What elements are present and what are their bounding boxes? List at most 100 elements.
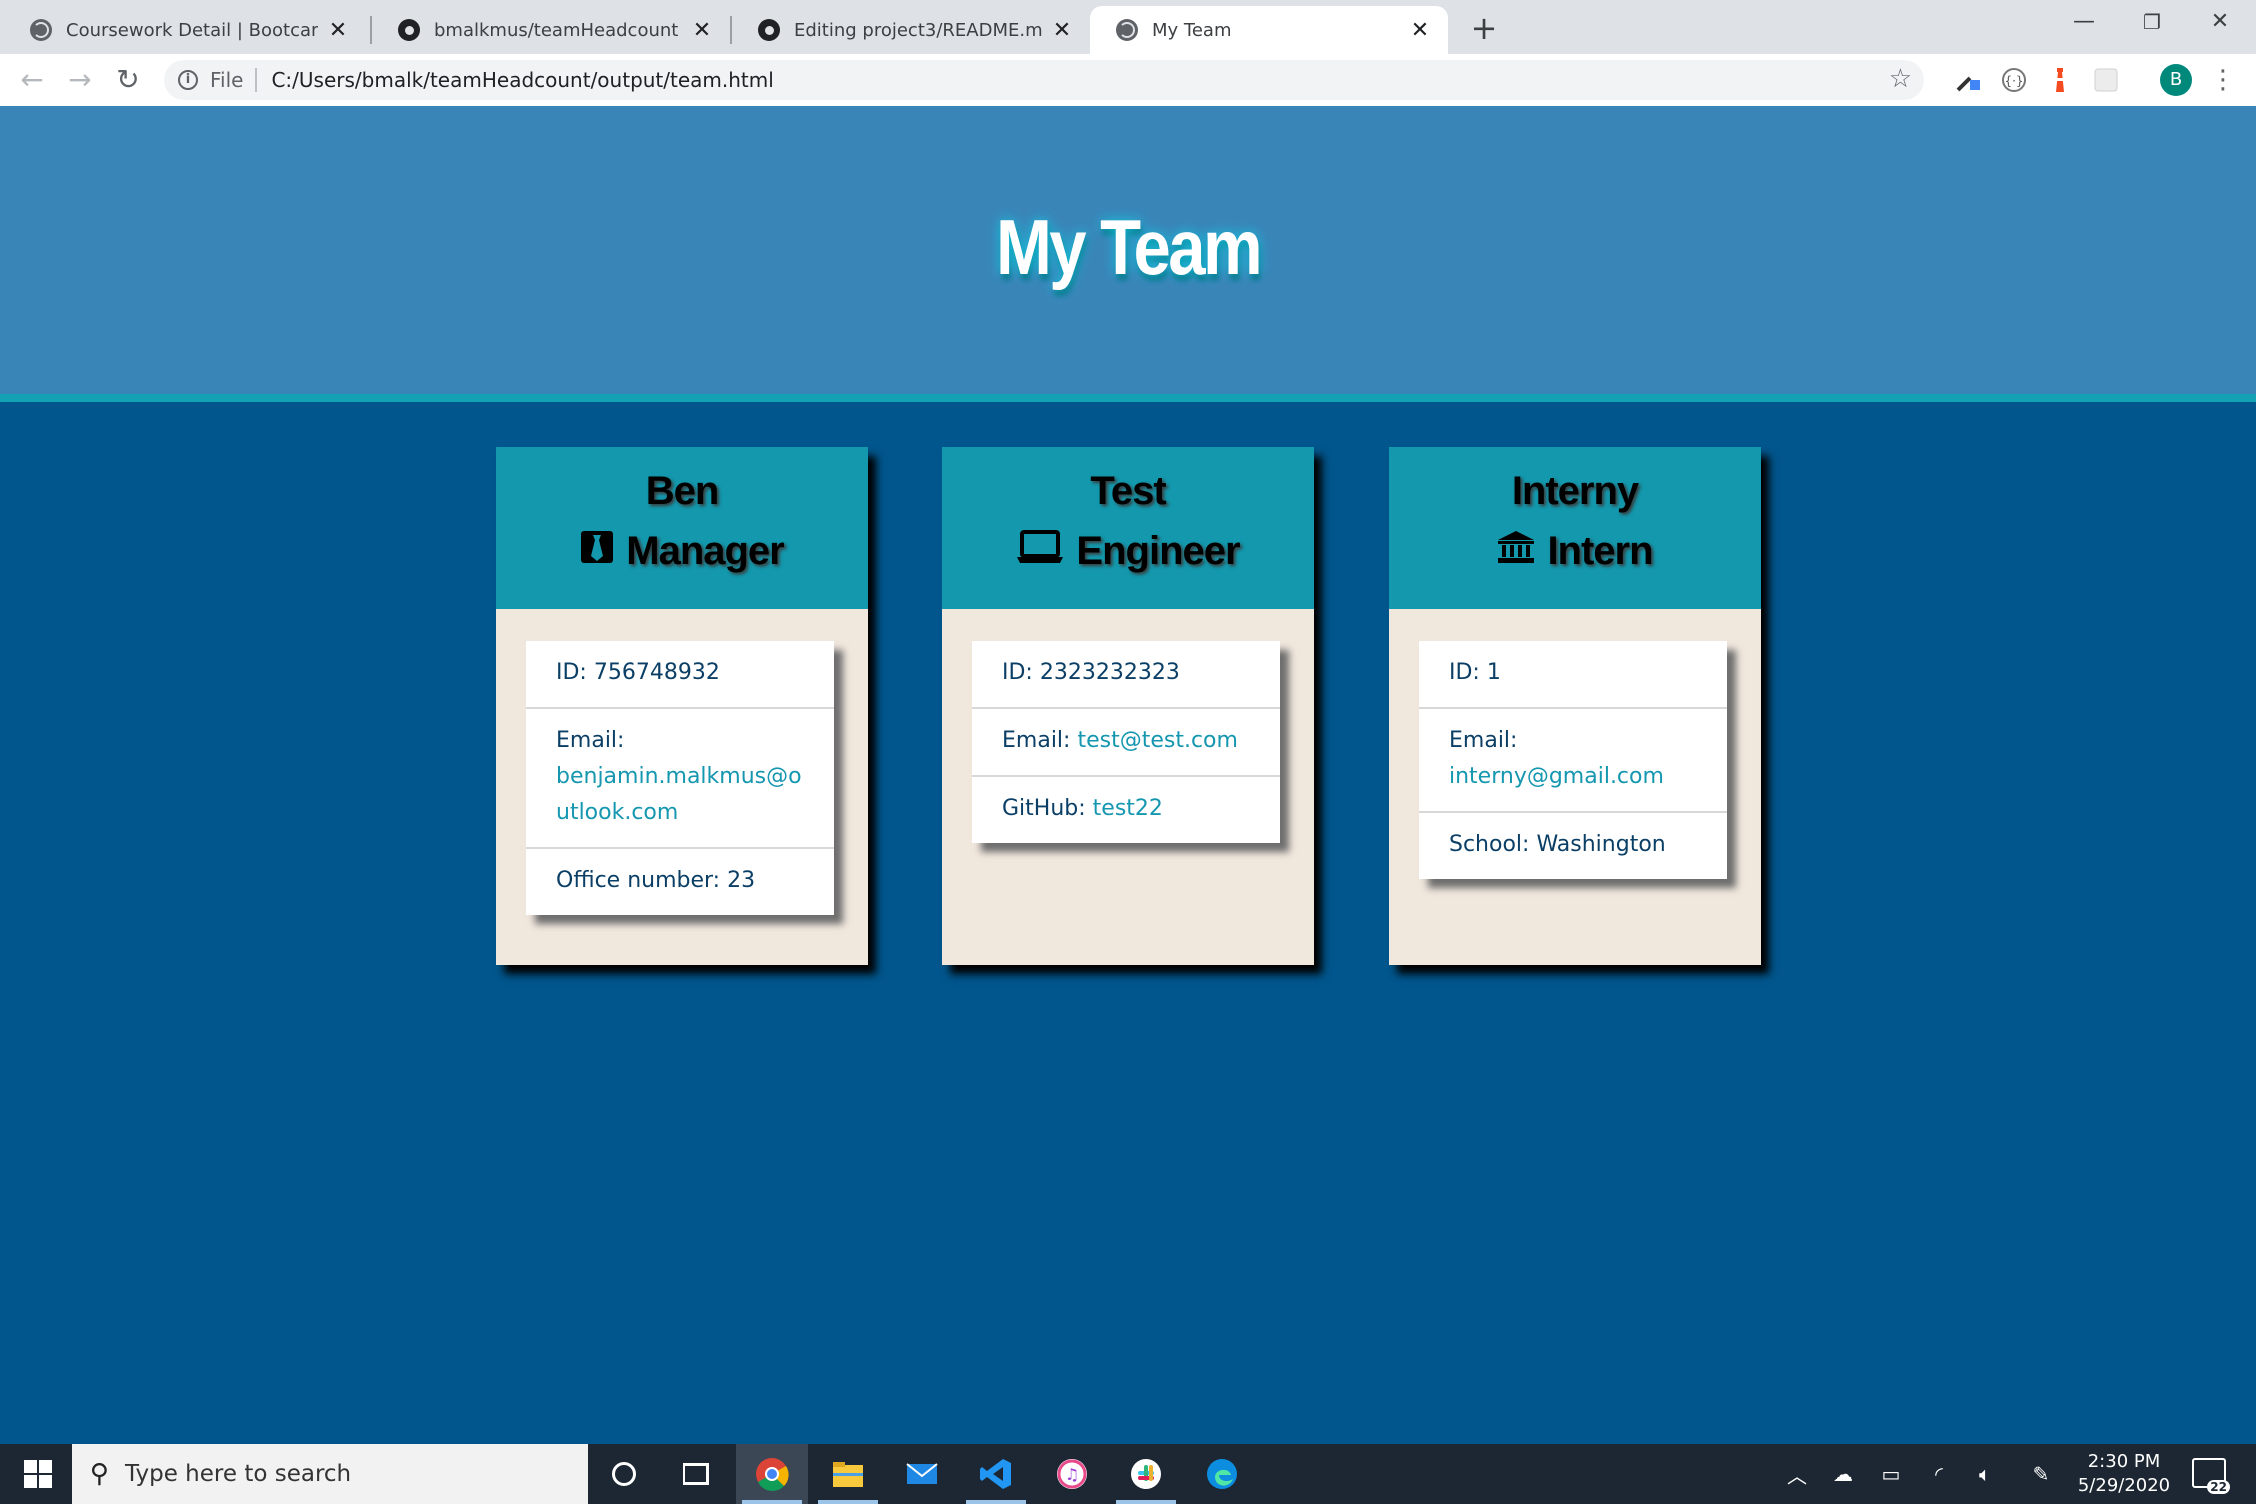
- id-value: 2323232323: [1039, 660, 1180, 685]
- clock-time: 2:30 PM: [2087, 1451, 2161, 1472]
- card-header: Ben Manager: [496, 447, 868, 609]
- edge-icon: [1207, 1459, 1237, 1489]
- chrome-icon: [756, 1458, 789, 1491]
- close-icon[interactable]: ✕: [1408, 18, 1432, 43]
- taskbar-slack[interactable]: [1110, 1444, 1182, 1504]
- task-view-button[interactable]: [660, 1444, 732, 1504]
- role-label: Intern: [1547, 529, 1653, 573]
- clock-date: 5/29/2020: [2077, 1475, 2171, 1496]
- id-label: ID:: [1449, 660, 1480, 685]
- taskbar-clock[interactable]: 2:30 PM 5/29/2020: [2066, 1450, 2182, 1498]
- employee-school: School: Washington: [1419, 813, 1727, 879]
- email-link[interactable]: benjamin.malkmus@outlook.com: [556, 764, 802, 825]
- url-scheme: File: [210, 68, 258, 92]
- tab-title: My Team: [1152, 19, 1232, 41]
- taskbar-search-box[interactable]: ⚲ Type here to search: [72, 1444, 588, 1504]
- close-icon[interactable]: ✕: [690, 18, 714, 43]
- id-value: 756748932: [593, 660, 720, 685]
- cortana-button[interactable]: [588, 1444, 660, 1504]
- close-window-button[interactable]: ✕: [2186, 0, 2254, 44]
- url-text[interactable]: C:/Users/bmalk/teamHeadcount/output/team…: [271, 68, 773, 92]
- employee-name: Ben: [645, 469, 720, 513]
- page-viewport: My Team Ben Manager ID: 756748932 Email:…: [0, 106, 2256, 1444]
- folder-icon: [833, 1462, 863, 1487]
- minimize-button[interactable]: —: [2050, 0, 2118, 44]
- code-extension-icon[interactable]: {·}: [2000, 66, 2028, 94]
- role-label: Engineer: [1076, 529, 1240, 573]
- card-header: Interny Intern: [1389, 447, 1761, 609]
- tab-my-team[interactable]: My Team ✕: [1090, 6, 1448, 54]
- taskbar-mail[interactable]: [886, 1444, 958, 1504]
- forward-button[interactable]: →: [60, 60, 100, 100]
- email-label: Email:: [1449, 728, 1518, 753]
- active-indicator: [818, 1500, 878, 1504]
- active-indicator: [966, 1500, 1026, 1504]
- windows-taskbar: ⚲ Type here to search ♫ ︿ ☁ ▭ ◜ 🔈︎ ✎ 2:3…: [0, 1444, 2256, 1504]
- battery-icon[interactable]: ▭: [1874, 1444, 1908, 1504]
- info-icon[interactable]: i: [178, 70, 198, 90]
- email-label: Email:: [556, 728, 625, 753]
- profile-avatar[interactable]: B: [2160, 64, 2192, 96]
- close-icon[interactable]: ✕: [326, 18, 350, 43]
- eyedropper-extension-icon[interactable]: [1954, 66, 1982, 94]
- page-header: My Team: [0, 106, 2256, 402]
- taskbar-edge[interactable]: [1186, 1444, 1258, 1504]
- search-placeholder: Type here to search: [125, 1461, 352, 1487]
- employee-details: ID: 1 Email: interny@gmail.com School: Wa…: [1419, 641, 1727, 879]
- id-value: 1: [1486, 660, 1501, 685]
- tab-teamheadcount[interactable]: bmalkmus/teamHeadcount ✕: [372, 6, 730, 54]
- taskbar-file-explorer[interactable]: [812, 1444, 884, 1504]
- task-view-icon: [683, 1463, 709, 1485]
- notification-center-button[interactable]: 22: [2192, 1458, 2230, 1494]
- menu-kebab-icon[interactable]: ⋮: [2210, 64, 2236, 96]
- role-label: Manager: [626, 529, 784, 573]
- slack-icon: [1131, 1459, 1161, 1489]
- new-tab-button[interactable]: +: [1464, 8, 1504, 48]
- github-link[interactable]: test22: [1093, 796, 1163, 821]
- windows-start-button[interactable]: [24, 1460, 52, 1488]
- vscode-icon: [980, 1459, 1011, 1489]
- employee-details: ID: 756748932 Email: benjamin.malkmus@out…: [526, 641, 834, 915]
- close-icon[interactable]: ✕: [1050, 18, 1074, 43]
- office-label: Office number:: [556, 868, 721, 893]
- cortana-circle-icon: [612, 1462, 636, 1486]
- employee-role: Manager: [496, 521, 868, 581]
- bookmark-star-icon[interactable]: ☆: [1889, 64, 1912, 94]
- svg-text:♫: ♫: [1065, 1465, 1079, 1484]
- active-indicator: [742, 1500, 802, 1504]
- onedrive-cloud-icon[interactable]: ☁: [1826, 1444, 1860, 1504]
- wifi-icon[interactable]: ◜: [1922, 1444, 1956, 1504]
- laptop-icon: [1016, 521, 1064, 581]
- notification-count: 22: [2207, 1480, 2230, 1494]
- id-label: ID:: [556, 660, 587, 685]
- card-header: Test Engineer: [942, 447, 1314, 609]
- reload-button[interactable]: ↻: [108, 60, 148, 100]
- blank-extension-icon[interactable]: [2092, 66, 2120, 94]
- employee-id: ID: 756748932: [526, 641, 834, 709]
- taskbar-chrome[interactable]: [736, 1444, 808, 1504]
- employee-email: Email: benjamin.malkmus@outlook.com: [526, 709, 834, 849]
- mail-icon: [906, 1463, 938, 1484]
- employee-card-intern: Interny Intern ID: 1 Email: interny@gmail…: [1389, 447, 1761, 965]
- restore-button[interactable]: ❐: [2118, 0, 2186, 44]
- email-label: Email:: [1002, 728, 1071, 753]
- university-icon: [1497, 521, 1535, 581]
- tray-overflow-chevron-icon[interactable]: ︿: [1782, 1444, 1812, 1504]
- employee-role: Engineer: [942, 521, 1314, 581]
- tab-title: bmalkmus/teamHeadcount: [434, 19, 679, 41]
- pen-workspace-icon[interactable]: ✎: [2024, 1444, 2058, 1504]
- taskbar-vscode[interactable]: [960, 1444, 1032, 1504]
- tie-icon: [580, 521, 614, 581]
- email-link[interactable]: interny@gmail.com: [1449, 764, 1664, 789]
- back-button[interactable]: ←: [12, 60, 52, 100]
- email-link[interactable]: test@test.com: [1077, 728, 1237, 753]
- address-bar[interactable]: i File C:/Users/bmalk/teamHeadcount/outp…: [164, 60, 1924, 100]
- taskbar-itunes[interactable]: ♫: [1036, 1444, 1108, 1504]
- lighthouse-extension-icon[interactable]: [2046, 66, 2074, 94]
- employee-id: ID: 1: [1419, 641, 1727, 709]
- tab-editing-readme[interactable]: Editing project3/README.md at ✕: [732, 6, 1090, 54]
- employee-id: ID: 2323232323: [972, 641, 1280, 709]
- tab-coursework[interactable]: Coursework Detail | Bootcamp Sp ✕: [4, 6, 366, 54]
- volume-icon[interactable]: 🔈︎: [1968, 1444, 2002, 1504]
- tab-title: Coursework Detail | Bootcamp Sp: [66, 19, 318, 41]
